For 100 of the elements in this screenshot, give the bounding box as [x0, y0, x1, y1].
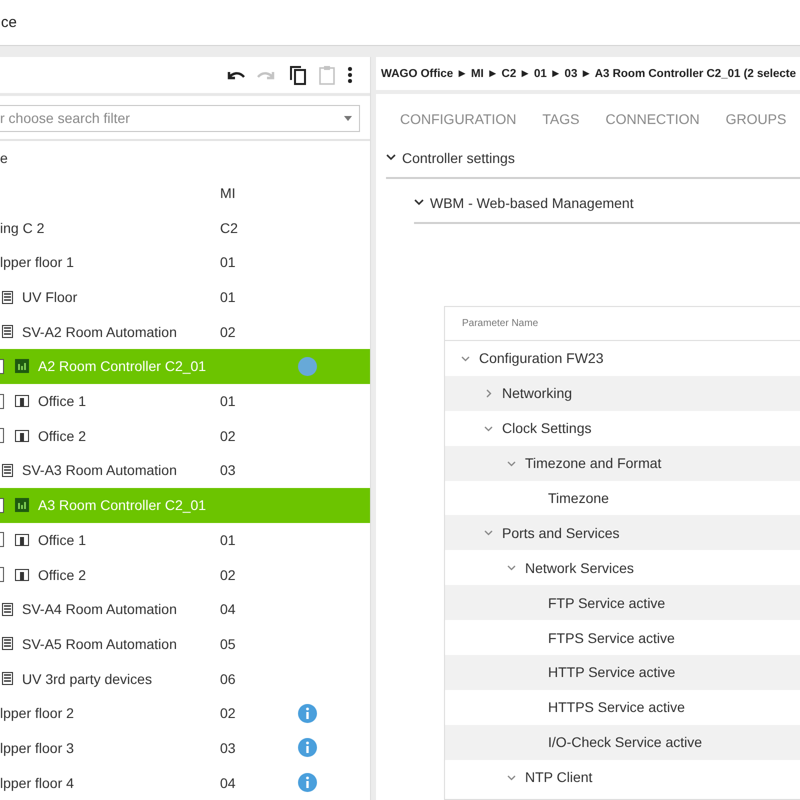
checkbox[interactable] [0, 428, 4, 444]
chevron-icon [414, 199, 424, 206]
window-title: ce [0, 14, 17, 31]
tree-label: e [0, 150, 8, 166]
chevron-icon[interactable] [484, 388, 493, 398]
node-code: 02 [220, 705, 236, 722]
room-icon [15, 568, 29, 581]
chevron-icon[interactable] [484, 424, 493, 433]
node-code: 04 [220, 774, 236, 791]
parameter-row[interactable]: HTTPS Service active [445, 690, 800, 725]
node-code: 02 [220, 428, 236, 444]
node-code: 01 [220, 254, 236, 270]
parameter-name: FTP Service active [548, 594, 666, 611]
tree-label: A2 Room Controller C2_01 [38, 358, 206, 374]
tree-row[interactable]: SV-A3 Room Automation 03 [0, 453, 370, 488]
tree-label: SV-A4 Room Automation [22, 601, 177, 618]
node-code: 01 [220, 289, 236, 306]
parameter-name: Timezone and Format [525, 455, 662, 472]
tree-label: UV Floor [22, 289, 78, 306]
parameter-row[interactable]: FTPS Service active [445, 620, 800, 656]
tree-row[interactable]: SV-A4 Room Automation 04 [0, 592, 370, 627]
cabinet-icon [2, 672, 13, 686]
caret-icon [344, 116, 352, 121]
tree-row[interactable]: SV-A5 Room Automation 05 [0, 626, 370, 662]
tree-label: SV-A5 Room Automation [22, 636, 177, 652]
node-code: 03 [220, 462, 236, 478]
tree-row[interactable]: ing C 2 C2 [0, 210, 370, 245]
parameter-row[interactable]: FTP Service active [445, 585, 800, 620]
parameter-name: Networking [502, 385, 572, 402]
parameter-name: Ports and Services [502, 524, 620, 541]
parameter-row[interactable]: I/O-Check Service active [445, 724, 800, 760]
checkbox[interactable] [0, 358, 4, 374]
chevron-icon[interactable] [461, 354, 470, 363]
section-header[interactable]: Controller settings [386, 138, 800, 179]
chevron-icon[interactable] [507, 458, 516, 468]
clipboard-icon [319, 64, 335, 85]
tree-row[interactable]: lpper floor 4 04 [0, 765, 370, 800]
room-icon [15, 534, 29, 546]
tree-row[interactable]: UV Floor 01 [0, 280, 370, 314]
parameter-row[interactable]: HTTP Service active [445, 655, 800, 690]
parameter-row[interactable]: Timezone [445, 480, 800, 516]
chevron-icon[interactable] [507, 563, 516, 572]
parameter-name: Clock Settings [502, 420, 592, 436]
parameter-row[interactable]: Networking [445, 376, 800, 411]
parameter-row[interactable]: Configuration FW23 [445, 341, 800, 376]
checkbox[interactable] [0, 567, 4, 582]
tree-row[interactable]: lpper floor 1 01 [0, 245, 370, 280]
node-code: 01 [220, 532, 236, 548]
node-code: 06 [220, 670, 236, 687]
tree-label: Office 2 [38, 566, 86, 583]
node-code: 01 [220, 393, 236, 410]
tree-row[interactable]: UV 3rd party devices 06 [0, 661, 370, 696]
tree-row[interactable]: Office 2 02 [0, 557, 370, 592]
tree-row[interactable]: e [0, 140, 370, 176]
chevron-icon [386, 154, 396, 161]
tree-row[interactable]: Office 1 01 [0, 384, 370, 418]
parameter-row[interactable]: Network Services [445, 550, 800, 586]
section-header[interactable]: WBM - Web-based Management [414, 183, 800, 224]
controller-icon [15, 359, 29, 374]
copy-icon [289, 64, 307, 85]
node-code: C2 [220, 220, 238, 236]
cabinet-icon [2, 602, 13, 616]
parameter-name: HTTPS Service active [548, 699, 685, 716]
parameter-row[interactable]: Ports and Services [445, 515, 800, 550]
node-code: 03 [220, 740, 236, 756]
cabinet-icon [2, 464, 13, 477]
tree-label: lpper floor 1 [0, 254, 74, 270]
parameter-name: Network Services [525, 560, 634, 576]
tree-row[interactable]: Office 1 01 [0, 522, 370, 558]
tree-row[interactable]: lpper floor 3 03 [0, 730, 370, 766]
tree-row[interactable]: Office 2 02 [0, 418, 370, 454]
tree-row[interactable]: SV-A2 Room Automation 02 [0, 314, 370, 350]
parameter-name: Timezone [548, 490, 609, 506]
tree-label: lpper floor 4 [0, 774, 74, 791]
parameter-row[interactable]: Timezone and Format [445, 446, 800, 481]
chevron-icon[interactable] [484, 528, 493, 538]
parameter-name: I/O-Check Service active [548, 734, 702, 750]
node-code: 05 [220, 636, 236, 652]
room-icon [15, 395, 29, 408]
breadcrumb: WAGO Office ► MI ► C2 ► 01 ► 03 ► A3 Room Controller C2_01 (2 selecte [381, 68, 796, 80]
parameter-row[interactable]: NTP Client [445, 760, 800, 795]
tree-label: ing C 2 [0, 220, 44, 236]
tree-label: SV-A2 Room Automation [22, 324, 177, 340]
parameter-name: HTTP Service active [548, 664, 676, 680]
node-code: MI [220, 184, 236, 201]
tree-label: A3 Room Controller C2_01 [38, 497, 206, 514]
cabinet-icon [2, 290, 13, 304]
chevron-icon[interactable] [507, 772, 516, 782]
column-header: Parameter Name [462, 318, 538, 329]
tree-label: UV 3rd party devices [22, 670, 152, 687]
tree-label: lpper floor 3 [0, 740, 74, 756]
checkbox[interactable] [0, 532, 4, 548]
checkbox[interactable] [0, 394, 4, 409]
room-icon [15, 430, 29, 442]
search-filter-field[interactable]: r choose search filter [0, 104, 360, 132]
tree-row[interactable]: lpper floor 2 02 [0, 696, 370, 731]
parameter-row[interactable]: Clock Settings [445, 410, 800, 446]
tree-row[interactable]: MI [0, 176, 370, 210]
checkbox[interactable] [0, 498, 4, 513]
tree-label: lpper floor 2 [0, 705, 74, 722]
